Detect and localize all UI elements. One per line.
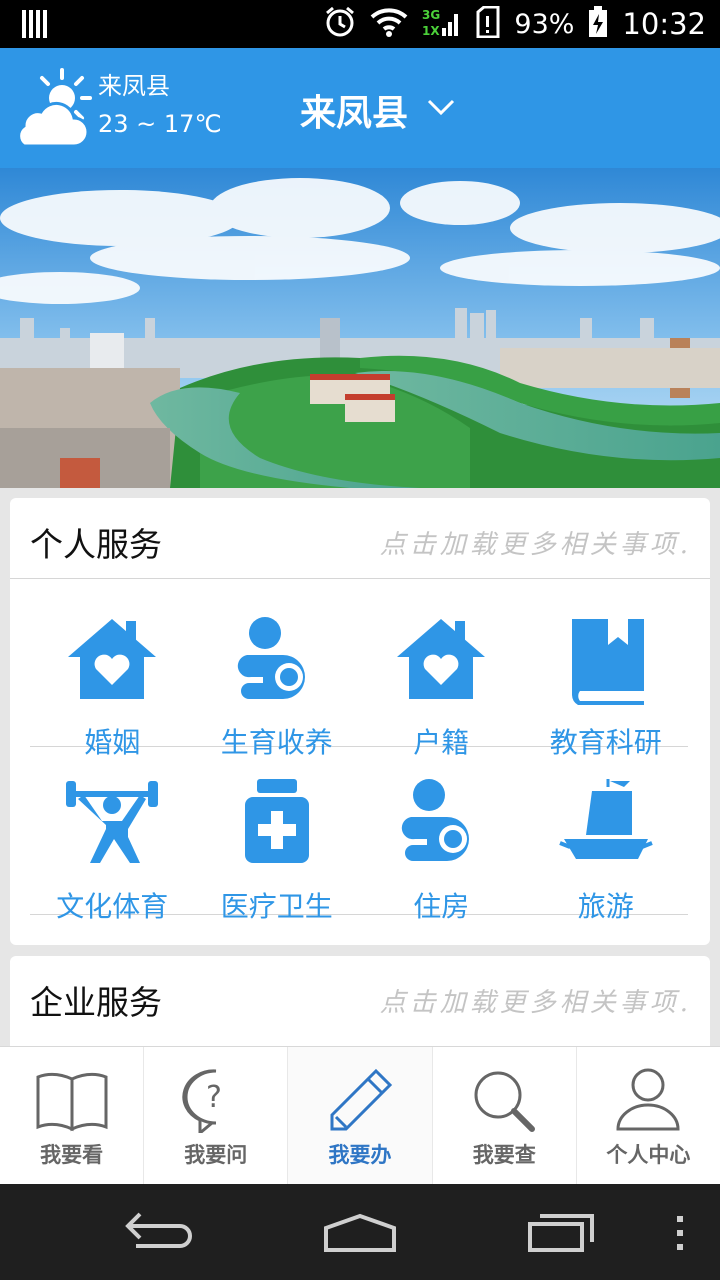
battery-percent: 93% [514, 8, 575, 40]
wifi-icon [370, 7, 408, 41]
enterprise-services-title: 企业服务 [30, 983, 162, 1022]
tab-label: 我要看 [40, 1143, 104, 1167]
person-icon [610, 1067, 686, 1133]
svg-text:1X: 1X [422, 24, 440, 38]
system-nav-bar [0, 1184, 720, 1280]
weather-city: 来凤县 [98, 72, 170, 100]
sim-alert-icon [476, 5, 500, 42]
question-bubble-icon: ? [178, 1067, 254, 1137]
alarm-icon [324, 6, 356, 42]
weather-temperature: 23 ~ 17℃ [98, 110, 222, 138]
enterprise-services-card: 企业服务 点击加载更多相关事项. [10, 956, 710, 1056]
service-label: 住房 [413, 890, 470, 923]
bottom-tab-bar: 我要看 ? 我要问 我要办 我要查 个人中心 [0, 1046, 720, 1184]
service-household-registration[interactable]: 户籍 [359, 579, 524, 759]
magnifier-icon [466, 1067, 542, 1133]
svg-text:?: ? [206, 1080, 222, 1115]
partly-cloudy-icon [10, 66, 94, 154]
service-birth-adoption[interactable]: 生育收养 [195, 579, 360, 759]
app-screen: 3G 1X 93% 10:32 来凤县 23 ~ 17℃ 来凤县 个人服务 点击… [0, 0, 720, 1280]
recent-apps-icon[interactable] [526, 1210, 596, 1258]
pencil-icon [322, 1067, 398, 1133]
tab-ask[interactable]: ? 我要问 [144, 1047, 289, 1184]
app-header: 来凤县 23 ~ 17℃ 来凤县 [0, 48, 720, 168]
personal-services-grid: 婚姻 生育收养 户籍 教育科研 文化体育 医疗卫生 住房 旅游 [30, 579, 689, 923]
home-icon[interactable] [322, 1210, 398, 1258]
house-heart-icon [64, 615, 160, 705]
mobile-signal-icon: 3G 1X [422, 6, 462, 42]
location-selector[interactable]: 来凤县 [300, 84, 456, 136]
medicine-bottle-icon [229, 777, 325, 867]
book-icon [558, 615, 654, 705]
open-book-icon [34, 1067, 110, 1133]
service-housing[interactable]: 住房 [359, 747, 524, 923]
location-label: 来凤县 [300, 93, 409, 134]
tab-view[interactable]: 我要看 [0, 1047, 145, 1184]
service-culture-sports[interactable]: 文化体育 [30, 747, 195, 923]
svg-text:3G: 3G [422, 8, 440, 22]
personal-services-more-link[interactable]: 点击加载更多相关事项. [380, 524, 692, 561]
service-marriage[interactable]: 婚姻 [30, 579, 195, 759]
weightlifter-icon [64, 777, 160, 867]
chevron-down-icon [426, 98, 456, 122]
service-medical-health[interactable]: 医疗卫生 [195, 747, 360, 923]
service-education-research[interactable]: 教育科研 [524, 579, 689, 759]
person-holding-icon [229, 615, 325, 705]
service-label: 旅游 [577, 890, 634, 923]
enterprise-services-more-link[interactable]: 点击加载更多相关事项. [380, 982, 692, 1019]
tab-label: 我要办 [328, 1143, 392, 1167]
overflow-menu-icon[interactable] [674, 1216, 686, 1254]
tab-profile[interactable]: 个人中心 [577, 1047, 720, 1184]
clock: 10:32 [622, 7, 706, 41]
house-heart-icon [393, 615, 489, 705]
tab-do[interactable]: 我要办 [288, 1047, 433, 1184]
service-label: 文化体育 [56, 890, 169, 923]
status-bar: 3G 1X 93% 10:32 [0, 0, 720, 48]
personal-services-card: 个人服务 点击加载更多相关事项. 婚姻 生育收养 户籍 教育科研 文化体育 医疗… [10, 498, 710, 945]
signal-bars-icon [22, 10, 48, 42]
personal-services-title: 个人服务 [30, 525, 162, 564]
service-tourism[interactable]: 旅游 [524, 747, 689, 923]
sailboat-icon [558, 777, 654, 867]
person-holding-icon [393, 777, 489, 867]
service-label: 医疗卫生 [220, 890, 333, 923]
city-banner-image[interactable] [0, 168, 720, 488]
tab-label: 我要查 [472, 1143, 536, 1167]
back-icon[interactable] [124, 1210, 194, 1258]
battery-charging-icon [588, 6, 608, 42]
tab-label: 我要问 [184, 1143, 248, 1167]
tab-label: 个人中心 [606, 1143, 691, 1167]
tab-search[interactable]: 我要查 [433, 1047, 577, 1184]
